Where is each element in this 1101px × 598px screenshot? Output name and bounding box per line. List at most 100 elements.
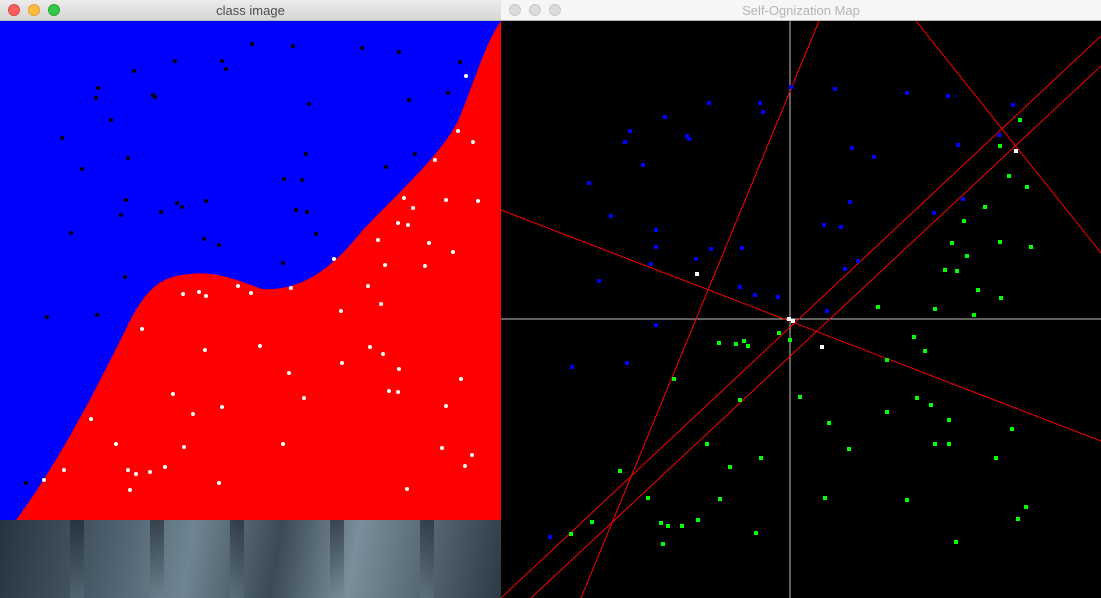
class-b-point — [181, 292, 185, 296]
class-a-point — [180, 205, 184, 209]
class-a-point — [224, 67, 228, 71]
class-b-sample — [1016, 517, 1020, 521]
class-b-sample — [885, 358, 889, 362]
class-b-point — [134, 472, 138, 476]
class-a-point — [281, 261, 285, 265]
class-b-sample — [923, 349, 927, 353]
class-b-point — [203, 348, 207, 352]
class-a-sample — [822, 223, 826, 227]
class-b-sample — [788, 338, 792, 342]
class-b-sample — [618, 469, 622, 473]
class-b-sample — [666, 524, 670, 528]
class-a-sample — [850, 146, 854, 150]
class-a-point — [109, 118, 113, 122]
class-a-point — [407, 98, 411, 102]
class-a-point — [94, 96, 98, 100]
class-b-sample — [999, 296, 1003, 300]
class-b-sample — [876, 305, 880, 309]
class-a-point — [204, 199, 208, 203]
class-b-sample — [659, 521, 663, 525]
class-b-point — [339, 309, 343, 313]
class-b-sample — [1007, 174, 1011, 178]
class-b-sample — [998, 240, 1002, 244]
class-a-point — [60, 136, 64, 140]
class-b-sample — [738, 398, 742, 402]
class-a-sample — [776, 295, 780, 299]
class-image-canvas — [0, 21, 501, 520]
class-a-point — [304, 152, 308, 156]
class-a-point — [291, 44, 295, 48]
class-a-sample — [623, 140, 627, 144]
class-a-sample — [738, 285, 742, 289]
class-b-point — [42, 478, 46, 482]
class-b-sample — [718, 497, 722, 501]
class-b-point — [191, 412, 195, 416]
class-a-point — [45, 315, 49, 319]
class-b-point — [197, 290, 201, 294]
class-a-sample — [641, 163, 645, 167]
class-a-sample — [833, 87, 837, 91]
class-a-sample — [654, 323, 658, 327]
som-background — [501, 21, 1101, 598]
class-b-point — [287, 371, 291, 375]
som-neuron — [791, 319, 795, 323]
class-a-sample — [905, 91, 909, 95]
class-a-sample — [740, 246, 744, 250]
class-a-sample — [548, 535, 552, 539]
class-b-point — [89, 417, 93, 421]
class-a-sample — [956, 143, 960, 147]
class-b-point — [427, 241, 431, 245]
class-a-point — [294, 208, 298, 212]
som-neuron — [787, 317, 791, 321]
class-a-point — [384, 165, 388, 169]
class-b-sample — [777, 331, 781, 335]
class-b-point — [289, 286, 293, 290]
class-a-sample — [1011, 103, 1015, 107]
class-b-point — [396, 221, 400, 225]
class-a-sample — [758, 101, 762, 105]
class-a-point — [126, 156, 130, 160]
class-image-window: class image — [0, 0, 501, 520]
class-a-point — [119, 213, 123, 217]
class-b-sample — [994, 456, 998, 460]
class-a-sample — [848, 200, 852, 204]
class-a-point — [24, 481, 28, 485]
class-b-sample — [950, 241, 954, 245]
class-b-sample — [754, 531, 758, 535]
class-a-point — [175, 201, 179, 205]
class-b-point — [433, 158, 437, 162]
class-a-point — [123, 275, 127, 279]
class-b-sample — [943, 268, 947, 272]
class-a-sample — [687, 137, 691, 141]
class-a-sample — [789, 85, 793, 89]
class-b-sample — [661, 542, 665, 546]
class-a-sample — [761, 110, 765, 114]
class-a-point — [159, 210, 163, 214]
class-b-sample — [972, 313, 976, 317]
som-window: Self-Ognization Map — [501, 0, 1101, 598]
class-a-sample — [570, 365, 574, 369]
class-a-point — [300, 178, 304, 182]
class-a-sample — [843, 267, 847, 271]
class-b-sample — [947, 442, 951, 446]
class-b-point — [411, 206, 415, 210]
class-b-point — [171, 392, 175, 396]
class-b-sample — [823, 496, 827, 500]
class-b-sample — [976, 288, 980, 292]
som-titlebar[interactable]: Self-Ognization Map — [501, 0, 1101, 21]
class-a-point — [80, 167, 84, 171]
class-b-point — [140, 327, 144, 331]
class-b-point — [463, 464, 467, 468]
class-b-point — [128, 488, 132, 492]
class-a-sample — [694, 257, 698, 261]
som-neuron — [820, 345, 824, 349]
class-image-titlebar[interactable]: class image — [0, 0, 501, 21]
class-b-point — [182, 445, 186, 449]
class-b-point — [471, 140, 475, 144]
som-neuron — [695, 272, 699, 276]
class-a-point — [96, 86, 100, 90]
class-b-point — [381, 352, 385, 356]
class-b-sample — [672, 377, 676, 381]
class-b-point — [204, 294, 208, 298]
class-a-point — [360, 46, 364, 50]
